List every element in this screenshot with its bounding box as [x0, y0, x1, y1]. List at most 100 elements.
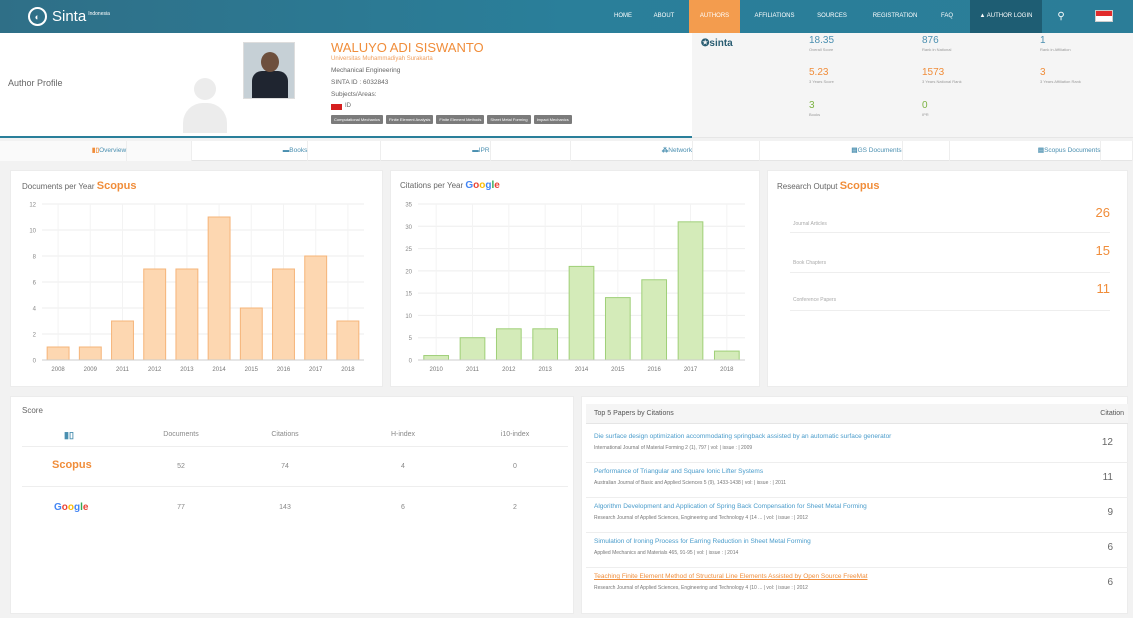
- subject-tag[interactable]: Finite Element Methods: [436, 115, 485, 124]
- tab-books[interactable]: ▬ Books: [192, 141, 381, 161]
- research-output-row[interactable]: Conference Papers 11: [790, 281, 1110, 311]
- chart-bar[interactable]: [143, 268, 167, 361]
- paper-title-link[interactable]: Die surface design optimization accommod…: [594, 433, 891, 440]
- scopus-logo: Scopus: [839, 180, 880, 192]
- paper-citations: 11: [1102, 472, 1113, 483]
- chart-bar[interactable]: [304, 255, 328, 361]
- stat-value: 18.35: [809, 35, 835, 46]
- avatar-placeholder-icon: [183, 78, 227, 134]
- google-logo: Google: [465, 180, 500, 191]
- y-tick-label: 15: [405, 292, 412, 298]
- research-output-row[interactable]: Journal Articles 26: [790, 203, 1110, 233]
- paper-title-link[interactable]: Simulation of Ironing Process for Earrin…: [594, 538, 811, 545]
- score-header: i10-index: [500, 431, 530, 438]
- nav-about[interactable]: ABOUT: [648, 0, 680, 33]
- paper-citations: 9: [1107, 507, 1113, 518]
- y-tick-label: 20: [405, 269, 412, 275]
- chart-bar[interactable]: [336, 320, 360, 361]
- x-tick-label: 2012: [148, 367, 162, 373]
- author-name: WALUYO ADI SISWANTO: [331, 40, 484, 55]
- research-output-value: 11: [1096, 281, 1111, 296]
- top-papers-header: Top 5 Papers by Citations Citation: [586, 404, 1128, 424]
- stat-value: 5.23: [809, 67, 829, 78]
- nav-faq[interactable]: FAQ: [932, 0, 962, 33]
- x-tick-label: 2013: [538, 367, 552, 373]
- paper-citations: 6: [1107, 577, 1113, 588]
- research-output-label: Conference Papers: [793, 297, 837, 303]
- research-output-title: Research Output Scopus: [777, 180, 879, 192]
- chart-bar[interactable]: [46, 346, 70, 361]
- stat-label: 3 Years Score: [809, 79, 834, 84]
- chart-bar[interactable]: [207, 216, 231, 361]
- chart-bar[interactable]: [78, 346, 102, 361]
- chart-bar[interactable]: [239, 307, 263, 361]
- top-papers-title: Top 5 Papers by Citations: [594, 410, 674, 417]
- x-tick-label: 2009: [84, 367, 98, 373]
- score-value: 0: [513, 463, 517, 470]
- stat-value: 1: [1040, 35, 1046, 46]
- tab-gs-documents[interactable]: ▤ GS Documents: [760, 141, 950, 161]
- chart-bar[interactable]: [459, 337, 486, 361]
- stat-label: 3 Years Affiliation Rank: [1040, 79, 1081, 84]
- paper-title-link[interactable]: Algorithm Development and Application of…: [594, 503, 867, 510]
- y-tick-label: 6: [33, 281, 37, 287]
- sinta-small-logo: ✪sinta: [701, 38, 733, 49]
- x-tick-label: 2017: [684, 367, 698, 373]
- tab-scopus-documents[interactable]: ▤ Scopus Documents: [950, 141, 1133, 161]
- chart-bar[interactable]: [111, 320, 134, 361]
- chart-bar[interactable]: [495, 328, 522, 361]
- research-output-row[interactable]: Book Chapters 15: [790, 243, 1110, 273]
- sinta-logo[interactable]: ◐ Sinta Indonesia: [28, 7, 110, 26]
- chart-bar[interactable]: [272, 268, 295, 361]
- nav-affiliations[interactable]: AFFILIATIONS: [747, 0, 802, 33]
- nav-registration[interactable]: REGISTRATION: [866, 0, 924, 33]
- x-tick-label: 2010: [429, 367, 443, 373]
- paper-source: Research Journal of Applied Sciences, En…: [594, 585, 808, 591]
- author-login-button[interactable]: ▲ AUTHOR LOGIN: [970, 0, 1042, 33]
- search-icon[interactable]: ⚲: [1046, 0, 1076, 33]
- paper-title-link[interactable]: Teaching Finite Element Method of Struct…: [594, 573, 868, 580]
- tab-ipr[interactable]: ▬ IPR: [381, 141, 571, 161]
- chart-bar[interactable]: [677, 221, 704, 361]
- chart-bar[interactable]: [532, 328, 559, 361]
- language-flag-icon[interactable]: [1095, 10, 1113, 22]
- x-tick-label: 2012: [502, 367, 516, 373]
- chart-bar[interactable]: [641, 279, 668, 361]
- stat-value: 3: [1040, 67, 1046, 78]
- paper-source: Research Journal of Applied Sciences, En…: [594, 515, 808, 521]
- y-tick-label: 0: [409, 359, 413, 365]
- nav-sources[interactable]: SOURCES: [812, 0, 852, 33]
- y-tick-label: 10: [405, 314, 412, 320]
- subject-tag[interactable]: Sheet Metal Forming: [487, 115, 531, 124]
- subject-tag[interactable]: Computational Mechanics: [331, 115, 384, 124]
- subjects-label: Subjects/Areas:: [331, 91, 377, 98]
- author-university[interactable]: Universitas Muhammadiyah Surakarta: [331, 56, 433, 62]
- chart-bar[interactable]: [713, 350, 740, 361]
- overall-score: 18.35 Overall Score: [809, 35, 834, 52]
- page-title: Author Profile: [8, 78, 63, 88]
- research-output-value: 26: [1095, 205, 1110, 220]
- subject-tag[interactable]: Impact Mechanics: [533, 115, 572, 124]
- chart-bar[interactable]: [604, 297, 631, 361]
- tab-network[interactable]: ⁂ Network: [571, 141, 760, 161]
- research-output-value: 15: [1095, 243, 1110, 258]
- chart-bar[interactable]: [568, 265, 595, 361]
- score-title: Score: [22, 406, 43, 415]
- stat-value: 1573: [922, 67, 945, 78]
- scopus-logo: Scopus: [52, 459, 92, 471]
- citations-bar-chart: 0 5 10 15 20 25 30 35 2010 2011 2012 2013 2014 2015 20…: [405, 203, 745, 373]
- sinta-logo-text: sinta: [709, 38, 733, 49]
- nav-authors[interactable]: AUTHORS: [689, 0, 740, 33]
- paper-title-link[interactable]: Performance of Triangular and Square Ion…: [594, 468, 763, 475]
- y-tick-label: 10: [29, 229, 36, 235]
- chart-bar[interactable]: [175, 268, 199, 361]
- stat-label: Overall Score: [809, 47, 834, 52]
- x-tick-label: 2008: [51, 367, 65, 373]
- stat-value: 0: [922, 100, 928, 111]
- indonesia-flag-icon: [331, 104, 342, 110]
- chart-bar[interactable]: [423, 355, 450, 361]
- tab-overview[interactable]: ▮▯ Overview: [0, 141, 192, 161]
- y-tick-label: 5: [409, 336, 413, 342]
- subject-tag[interactable]: Finite Element Analysis: [386, 115, 434, 124]
- nav-home[interactable]: HOME: [608, 0, 638, 33]
